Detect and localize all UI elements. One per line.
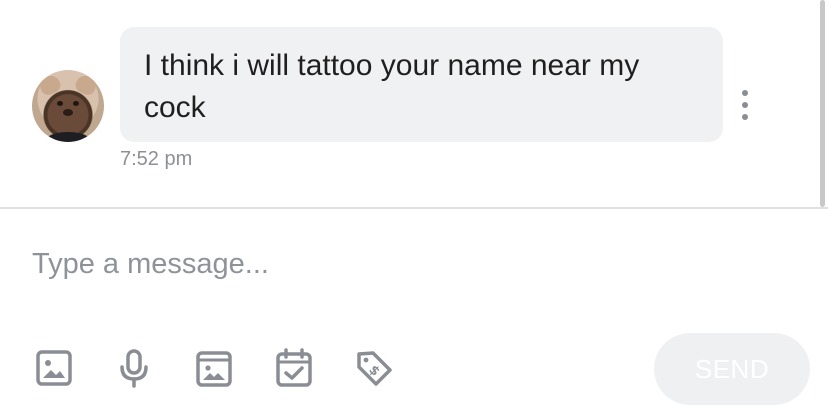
message-bubble[interactable]: I think i will tattoo your name near my …	[120, 27, 723, 142]
gallery-icon[interactable]	[194, 346, 234, 390]
price-tag-icon[interactable]: $	[354, 346, 394, 390]
message-composer: $ SEND	[0, 209, 828, 406]
message-input[interactable]	[32, 239, 792, 289]
microphone-icon[interactable]	[114, 346, 154, 390]
scrollbar[interactable]	[820, 0, 825, 207]
calendar-check-icon[interactable]	[274, 346, 314, 390]
send-button[interactable]: SEND	[654, 333, 810, 405]
avatar[interactable]	[32, 70, 104, 142]
chat-thread: I think i will tattoo your name near my …	[0, 0, 828, 207]
message-text: I think i will tattoo your name near my …	[144, 49, 640, 124]
image-icon[interactable]	[34, 346, 74, 390]
message-timestamp: 7:52 pm	[120, 148, 193, 170]
more-options-icon[interactable]	[735, 90, 755, 120]
